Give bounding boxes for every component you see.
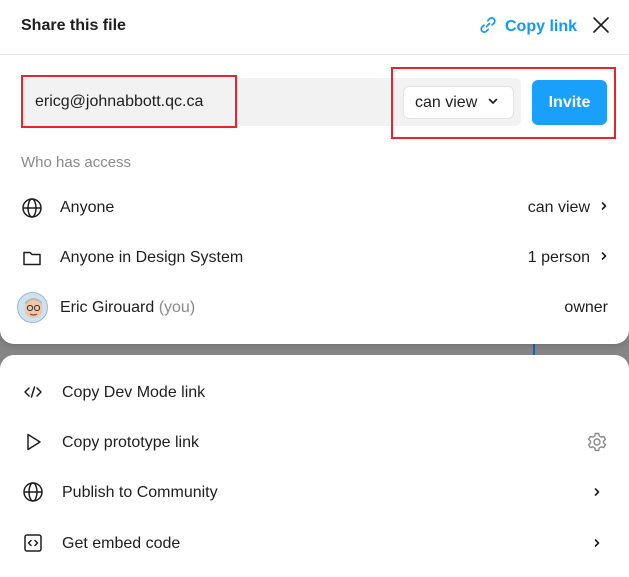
share-header: Share this file Copy link	[0, 0, 629, 55]
access-row-team[interactable]: Anyone in Design System 1 person	[0, 238, 629, 278]
folder-icon	[20, 246, 44, 270]
access-row-owner: Eric Girouard (you) owner	[0, 288, 629, 328]
copy-prototype-link-button[interactable]: Copy prototype link	[0, 420, 629, 464]
permission-select-value: can view	[415, 93, 478, 111]
avatar	[17, 292, 48, 323]
close-button[interactable]	[589, 15, 613, 39]
access-permission-label: can view	[527, 199, 590, 216]
play-icon	[21, 430, 45, 454]
access-name: Anyone in Design System	[60, 249, 244, 266]
link-icon	[478, 15, 498, 40]
owner-name: Eric Girouard	[60, 299, 155, 316]
share-dialog: Share this file Copy link can view	[0, 0, 629, 344]
publish-to-community-button[interactable]: Publish to Community	[0, 470, 629, 514]
access-permission[interactable]: can view	[528, 199, 608, 217]
access-permission-label: 1 person	[527, 249, 590, 266]
get-embed-code-button[interactable]: Get embed code	[0, 521, 629, 565]
access-section-label: Who has access	[21, 154, 132, 171]
copy-link-button[interactable]: Copy link	[478, 15, 577, 39]
chevron-right-icon	[585, 480, 609, 504]
globe-icon	[20, 196, 44, 220]
copy-link-label: Copy link	[505, 18, 578, 35]
action-label: Copy Dev Mode link	[62, 384, 206, 401]
chevron-right-icon	[585, 531, 609, 555]
code-icon	[21, 380, 45, 404]
close-icon	[592, 16, 610, 39]
access-row-anyone[interactable]: Anyone can view	[0, 188, 629, 228]
access-name: Anyone	[60, 199, 115, 216]
globe-icon	[21, 480, 45, 504]
chevron-right-icon	[600, 199, 608, 217]
share-actions-panel: Copy Dev Mode link Copy prototype link P…	[0, 355, 629, 577]
access-permission[interactable]: 1 person	[528, 249, 608, 267]
access-permission-label: owner	[564, 299, 608, 316]
you-suffix: (you)	[158, 299, 196, 316]
action-label: Publish to Community	[62, 484, 218, 501]
chevron-down-icon	[487, 94, 499, 112]
embed-icon	[21, 531, 45, 555]
copy-dev-mode-link-button[interactable]: Copy Dev Mode link	[0, 370, 629, 414]
permission-select[interactable]: can view	[403, 86, 514, 119]
access-name: Eric Girouard (you)	[60, 299, 195, 317]
access-permission: owner	[564, 299, 608, 317]
dialog-title: Share this file	[21, 17, 126, 34]
invite-button[interactable]: Invite	[532, 80, 607, 125]
chevron-right-icon	[600, 249, 608, 267]
email-input[interactable]	[21, 78, 391, 126]
action-label: Get embed code	[62, 535, 181, 552]
gear-icon[interactable]	[585, 430, 609, 454]
action-label: Copy prototype link	[62, 434, 199, 451]
